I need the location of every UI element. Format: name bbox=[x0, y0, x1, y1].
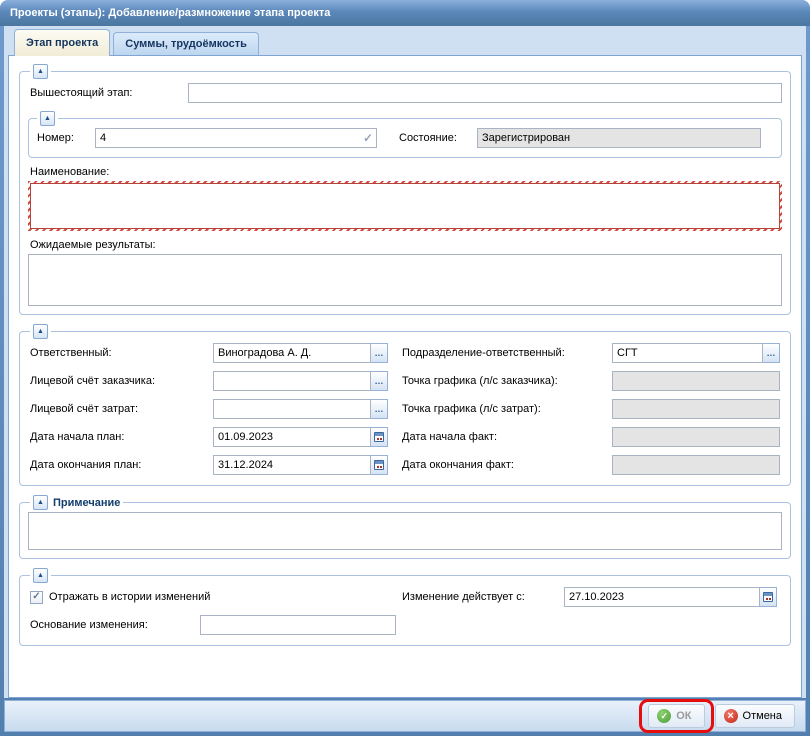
tab-bar: Этап проекта Суммы, трудоёмкость bbox=[8, 26, 802, 55]
ok-button-label: ОК bbox=[676, 710, 691, 722]
name-field-invalid-border bbox=[28, 181, 782, 231]
ok-button[interactable]: ✓ ОК bbox=[648, 704, 704, 728]
responsible-lookup-button[interactable]: … bbox=[371, 343, 388, 363]
history-checkbox[interactable]: ✓ bbox=[30, 591, 43, 604]
cancel-icon: × bbox=[724, 709, 738, 723]
note-legend: Примечание bbox=[53, 497, 120, 509]
fieldset-main: ▲ Вышестоящий этап: ▲ Номер: ✓ Состояние… bbox=[19, 64, 791, 315]
end-fact-label: Дата окончания факт: bbox=[400, 459, 612, 471]
ellipsis-icon: … bbox=[767, 348, 776, 358]
ok-icon: ✓ bbox=[657, 709, 671, 723]
dialog-window: Проекты (этапы): Добавление/размножение … bbox=[0, 0, 810, 736]
calendar-icon bbox=[763, 592, 773, 602]
customer-schedule-point-label: Точка графика (л/с заказчика): bbox=[400, 375, 612, 387]
cost-account-lookup-button[interactable]: … bbox=[371, 399, 388, 419]
parent-stage-input[interactable] bbox=[188, 83, 782, 103]
responsible-input[interactable] bbox=[213, 343, 371, 363]
start-plan-label: Дата начала план: bbox=[28, 431, 213, 443]
change-date-label: Изменение действует с: bbox=[400, 591, 564, 603]
department-lookup-button[interactable]: … bbox=[763, 343, 780, 363]
customer-account-label: Лицевой счёт заказчика: bbox=[28, 375, 213, 387]
number-label: Номер: bbox=[35, 132, 95, 144]
fieldset-history: ▲ ✓ Отражать в истории изменений Изменен… bbox=[19, 568, 791, 646]
name-textarea[interactable] bbox=[30, 183, 780, 229]
change-date-calendar-button[interactable] bbox=[760, 587, 777, 607]
fieldset-note: ▲ Примечание bbox=[19, 495, 791, 559]
collapse-icon[interactable]: ▲ bbox=[33, 495, 48, 510]
number-input[interactable] bbox=[95, 128, 377, 148]
collapse-icon[interactable]: ▲ bbox=[33, 64, 48, 79]
customer-account-lookup-button[interactable]: … bbox=[371, 371, 388, 391]
cost-schedule-point-label: Точка графика (л/с затрат): bbox=[400, 403, 612, 415]
department-label: Подразделение-ответственный: bbox=[400, 347, 612, 359]
calendar-icon bbox=[374, 460, 384, 470]
tab-sums[interactable]: Суммы, трудоёмкость bbox=[113, 32, 259, 55]
collapse-icon[interactable]: ▲ bbox=[33, 568, 48, 583]
cancel-button[interactable]: × Отмена bbox=[715, 704, 795, 728]
end-fact-input bbox=[612, 455, 780, 475]
customer-account-input[interactable] bbox=[213, 371, 371, 391]
tab-stage-label: Этап проекта bbox=[26, 37, 98, 49]
end-plan-label: Дата окончания план: bbox=[28, 459, 213, 471]
footer-toolbar: ✓ ОК × Отмена bbox=[4, 700, 806, 732]
start-fact-label: Дата начала факт: bbox=[400, 431, 612, 443]
ellipsis-icon: … bbox=[375, 376, 384, 386]
cost-account-label: Лицевой счёт затрат: bbox=[28, 403, 213, 415]
customer-schedule-point-input bbox=[612, 371, 780, 391]
cost-schedule-point-input bbox=[612, 399, 780, 419]
state-input bbox=[477, 128, 761, 148]
fieldset-details: ▲ Ответственный: … Подразделение-ответст… bbox=[19, 324, 791, 486]
change-reason-label: Основание изменения: bbox=[28, 619, 200, 631]
ellipsis-icon: … bbox=[375, 404, 384, 414]
collapse-icon[interactable]: ▲ bbox=[33, 324, 48, 339]
calendar-icon bbox=[374, 432, 384, 442]
expected-results-label: Ожидаемые результаты: bbox=[30, 239, 782, 251]
tab-stage[interactable]: Этап проекта bbox=[14, 29, 110, 56]
window-titlebar[interactable]: Проекты (этапы): Добавление/размножение … bbox=[0, 0, 810, 26]
start-plan-calendar-button[interactable] bbox=[371, 427, 388, 447]
change-reason-input[interactable] bbox=[200, 615, 396, 635]
window-title: Проекты (этапы): Добавление/размножение … bbox=[10, 7, 330, 19]
responsible-label: Ответственный: bbox=[28, 347, 213, 359]
end-plan-calendar-button[interactable] bbox=[371, 455, 388, 475]
parent-stage-label: Вышестоящий этап: bbox=[28, 87, 188, 99]
cost-account-input[interactable] bbox=[213, 399, 371, 419]
checkbox-check-icon: ✓ bbox=[32, 592, 40, 602]
name-label: Наименование: bbox=[30, 166, 782, 178]
form-panel: ▲ Вышестоящий этап: ▲ Номер: ✓ Состояние… bbox=[8, 55, 802, 698]
department-input[interactable] bbox=[612, 343, 763, 363]
change-date-input[interactable] bbox=[564, 587, 760, 607]
note-textarea[interactable] bbox=[28, 512, 782, 550]
history-checkbox-label: Отражать в истории изменений bbox=[49, 591, 210, 603]
state-label: Состояние: bbox=[397, 132, 477, 144]
cancel-button-label: Отмена bbox=[743, 710, 782, 722]
start-fact-input bbox=[612, 427, 780, 447]
fieldset-number-state: ▲ Номер: ✓ Состояние: bbox=[28, 111, 782, 158]
ellipsis-icon: … bbox=[375, 348, 384, 358]
collapse-icon[interactable]: ▲ bbox=[40, 111, 55, 126]
tab-sums-label: Суммы, трудоёмкость bbox=[125, 38, 247, 50]
start-plan-input[interactable] bbox=[213, 427, 371, 447]
end-plan-input[interactable] bbox=[213, 455, 371, 475]
expected-results-textarea[interactable] bbox=[28, 254, 782, 306]
